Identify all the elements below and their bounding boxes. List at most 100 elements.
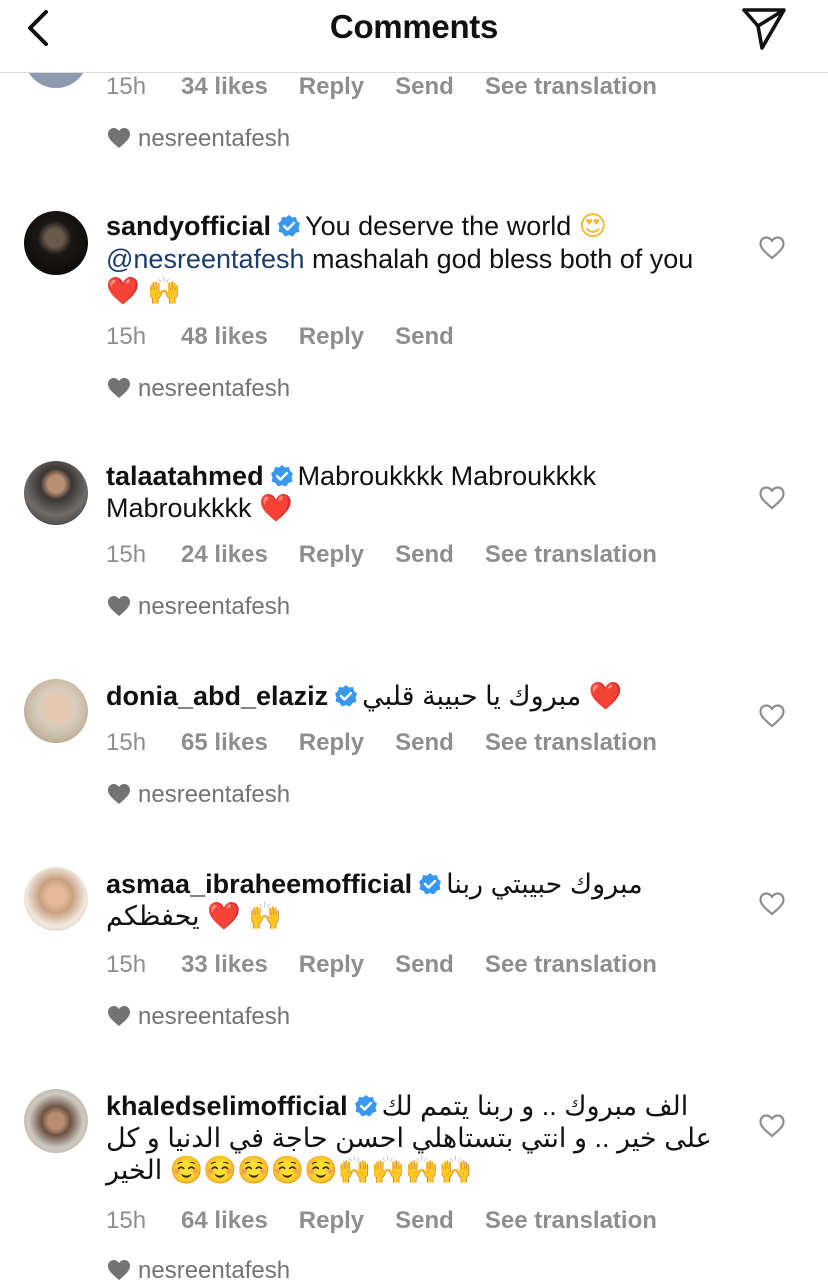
reply-button[interactable]: Reply: [299, 951, 364, 979]
liked-by-author[interactable]: nesreentafesh: [106, 781, 290, 809]
heart-filled-icon: [108, 128, 130, 148]
comment-meta: 15h 34 likes Reply Send See translation: [106, 73, 688, 101]
like-comment-button[interactable]: [758, 1113, 786, 1139]
verified-badge-icon: [278, 215, 301, 237]
comment-text: مبروك يا حبيبة قلبي: [362, 681, 582, 711]
heart-outline-icon: [759, 1114, 785, 1138]
reply-button[interactable]: Reply: [299, 1207, 364, 1235]
reply-button[interactable]: Reply: [299, 323, 364, 351]
comment-username[interactable]: donia_abd_elaziz: [106, 681, 328, 711]
red-heart-emoji: ❤️: [207, 901, 241, 932]
send-button[interactable]: Send: [395, 73, 454, 101]
comment-time: 15h: [106, 729, 147, 756]
liked-by-username: nesreentafesh: [138, 1003, 291, 1030]
page-title: Comments: [329, 8, 499, 45]
liked-by-author[interactable]: nesreentafesh: [106, 375, 290, 403]
likes-count[interactable]: 65 likes: [181, 729, 268, 757]
comment-meta: 15h 33 likes Reply Send See translation: [106, 951, 688, 979]
like-comment-button[interactable]: [758, 703, 786, 729]
reply-button[interactable]: Reply: [299, 73, 364, 101]
liked-by-author[interactable]: nesreentafesh: [106, 1257, 290, 1285]
comment-time: 15h: [106, 541, 147, 568]
comment-time: 15h: [106, 73, 147, 100]
likes-count[interactable]: 48 likes: [181, 323, 268, 351]
verified-badge-icon: [335, 685, 358, 707]
red-heart-emoji: ❤️: [259, 493, 293, 524]
smiling-face-emoji: ☺️☺️☺️☺️☺️: [169, 1155, 338, 1186]
raising-hands-emoji: 🙌: [248, 901, 282, 932]
comment-username[interactable]: sandyofficial: [106, 211, 271, 241]
raising-hands-emoji: 🙌🙌🙌🙌: [337, 1155, 473, 1186]
avatar[interactable]: [24, 867, 88, 931]
avatar[interactable]: [24, 461, 88, 525]
avatar[interactable]: [24, 679, 88, 743]
see-translation-button[interactable]: See translation: [485, 541, 657, 569]
liked-by-username: nesreentafesh: [138, 1257, 291, 1284]
comment-username[interactable]: asmaa_ibraheemofficial: [106, 869, 412, 899]
see-translation-button[interactable]: See translation: [485, 951, 657, 979]
red-heart-emoji: ❤️: [588, 681, 623, 712]
comment-username[interactable]: talaatahmed: [106, 461, 264, 491]
comment-meta: 15h 48 likes Reply Send: [106, 323, 485, 351]
verified-badge-icon: [354, 1095, 377, 1117]
heart-filled-icon: [108, 378, 130, 398]
heart-outline-icon: [759, 704, 785, 728]
heart-filled-icon: [108, 784, 130, 804]
heart-eyes-emoji: 😍: [578, 211, 607, 242]
liked-by-author[interactable]: nesreentafesh: [106, 593, 290, 621]
comment-meta: 15h 65 likes Reply Send See translation: [106, 729, 688, 757]
header-bar: Comments: [0, 0, 828, 73]
likes-count[interactable]: 33 likes: [181, 951, 268, 979]
see-translation-button[interactable]: See translation: [485, 729, 657, 757]
liked-by-username: nesreentafesh: [138, 375, 291, 402]
liked-by-author[interactable]: nesreentafesh: [106, 1003, 290, 1031]
verified-badge-icon: [270, 465, 293, 487]
heart-filled-icon: [108, 596, 130, 616]
mention-link[interactable]: @nesreentafesh: [106, 244, 305, 274]
comment-body: donia_abd_elaziz مبروك يا حبيبة قلبي ❤️: [106, 680, 726, 713]
like-comment-button[interactable]: [758, 485, 786, 511]
share-button[interactable]: [738, 4, 788, 52]
heart-outline-icon: [759, 892, 785, 916]
send-button[interactable]: Send: [395, 323, 454, 351]
see-translation-button[interactable]: See translation: [485, 73, 657, 101]
reply-button[interactable]: Reply: [299, 729, 364, 757]
reply-button[interactable]: Reply: [299, 541, 364, 569]
heart-outline-icon: [759, 236, 785, 260]
liked-by-username: nesreentafesh: [138, 593, 291, 620]
avatar[interactable]: [24, 1089, 88, 1153]
red-heart-emoji: ❤️: [106, 276, 140, 307]
heart-filled-icon: [108, 1260, 130, 1280]
raising-hands-emoji: 🙌: [147, 276, 181, 307]
comment-time: 15h: [106, 1207, 147, 1234]
comment-meta: 15h 24 likes Reply Send See translation: [106, 541, 688, 569]
comment-body: talaatahmed Mabroukkkk Mabroukkkk Mabrouk…: [106, 460, 726, 525]
liked-by-username: nesreentafesh: [138, 125, 291, 152]
send-button[interactable]: Send: [395, 541, 454, 569]
comment-meta: 15h 64 likes Reply Send See translation: [106, 1207, 688, 1235]
send-button[interactable]: Send: [395, 1207, 454, 1235]
comment-body: sandyofficial You deserve the world 😍 @nes…: [106, 210, 726, 308]
comment-username[interactable]: khaledselimofficial: [106, 1091, 348, 1121]
comment-time: 15h: [106, 951, 147, 978]
comment-body: asmaa_ibraheemofficial مبروك حبيبتي ربنا …: [106, 868, 726, 933]
heart-outline-icon: [759, 486, 785, 510]
send-button[interactable]: Send: [395, 729, 454, 757]
send-button[interactable]: Send: [395, 951, 454, 979]
comment-body: khaledselimofficial الف مبروك .. و ربنا ي…: [106, 1090, 726, 1187]
see-translation-button[interactable]: See translation: [485, 1207, 657, 1235]
like-comment-button[interactable]: [758, 235, 786, 261]
verified-badge-icon: [419, 873, 442, 895]
heart-filled-icon: [108, 1006, 130, 1026]
liked-by-author[interactable]: nesreentafesh: [106, 125, 290, 153]
avatar[interactable]: [24, 211, 88, 275]
like-comment-button[interactable]: [758, 891, 786, 917]
comment-text-continued: mashalah god bless both of you: [304, 244, 694, 274]
comment-time: 15h: [106, 323, 147, 350]
paper-plane-icon: [742, 8, 786, 50]
likes-count[interactable]: 24 likes: [181, 541, 268, 569]
liked-by-username: nesreentafesh: [138, 781, 291, 808]
comment-text: You deserve the world: [305, 211, 572, 241]
likes-count[interactable]: 64 likes: [181, 1207, 268, 1235]
likes-count[interactable]: 34 likes: [181, 73, 268, 101]
